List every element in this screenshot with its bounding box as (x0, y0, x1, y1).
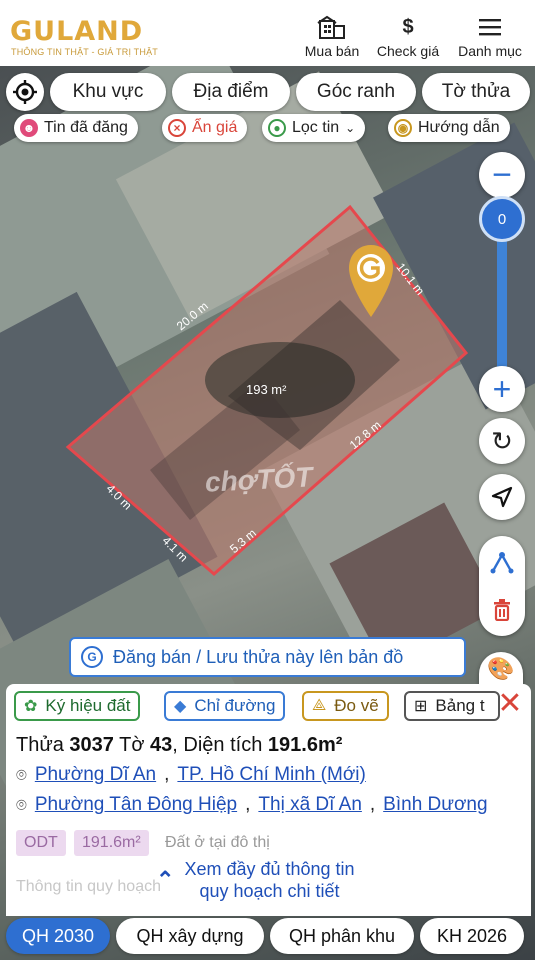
tool-bang[interactable]: ⊞ Bảng t (404, 691, 500, 721)
banner-label: Đăng bán / Lưu thửa này lên bản đồ (113, 646, 404, 667)
chip-tin-da-dang[interactable]: ☻ Tin đã đăng (14, 114, 138, 142)
town-link[interactable]: Thị xã Dĩ An (258, 794, 362, 816)
parcel-area-label: 193 m² (246, 382, 287, 397)
location-pin-icon[interactable] (347, 243, 395, 321)
tool-chi-duong[interactable]: ◆ Chỉ đường (164, 691, 286, 721)
ward-link[interactable]: Phường Tân Đông Hiệp (35, 794, 237, 816)
nav-label: Danh mục (458, 43, 522, 59)
filter-icon: ● (268, 119, 286, 137)
parcel-number: 3037 (69, 734, 114, 756)
trash-icon (494, 599, 510, 621)
tool-label: Đo vẽ (334, 696, 379, 715)
parcel-area: 191.6m² (267, 734, 343, 756)
minus-icon: − (492, 156, 512, 194)
area-prefix: Diện tích (183, 734, 263, 756)
crosshair-icon (13, 80, 37, 104)
chip-an-gia[interactable]: × Ẩn giá (162, 114, 248, 142)
province-link[interactable]: Bình Dương (383, 794, 487, 816)
tool-label: Ký hiệu đất (45, 696, 131, 715)
brand-tagline: THÔNG TIN THẬT - GIÁ TRỊ THẬT (11, 47, 158, 57)
address-new: ⌾ Phường Dĩ An, TP. Hồ Chí Minh (Mới) (16, 764, 366, 786)
draw-tools-group (479, 536, 525, 636)
map-pin-icon: ⌾ (16, 764, 27, 785)
view-full-planning-button[interactable]: ⌃ Xem đầy đủ thông tin quy hoạch chi tiế… (156, 858, 355, 902)
locate-button[interactable] (6, 73, 44, 111)
guland-pin-icon: G (81, 646, 103, 668)
palette-icon: 🎨 (487, 656, 515, 681)
measure-draw-button[interactable] (479, 542, 525, 582)
guide-icon: ◉ (394, 119, 412, 137)
land-area-badge: 191.6m² (74, 830, 149, 856)
measure-icon: ⟁ (312, 697, 327, 714)
sheet-number: 43 (150, 734, 173, 756)
measure-icon (490, 552, 514, 574)
sheet-prefix: Tờ (119, 734, 145, 756)
filter-khu-vuc[interactable]: Khu vực (50, 73, 166, 111)
app-header: GULAND THÔNG TIN THẬT - GIÁ TRỊ THẬT Mua… (0, 0, 535, 66)
planning-info-faded: Thông tin quy hoạch (16, 878, 161, 895)
navigate-button[interactable] (479, 474, 525, 520)
chip-label: Hướng dẫn (418, 119, 500, 136)
tab-qh-phan-khu[interactable]: QH phân khu (270, 918, 414, 954)
palette-icon: ✿ (24, 698, 38, 715)
chip-label: Ẩn giá (192, 119, 238, 136)
delete-drawing-button[interactable] (479, 590, 525, 630)
chip-loc-tin[interactable]: ● Lọc tin ⌄ (262, 114, 366, 142)
save-parcel-banner[interactable]: G Đăng bán / Lưu thửa này lên bản đồ (69, 637, 466, 677)
dollar-icon: $ (402, 15, 414, 38)
parcel-title: Thửa 3037 Tờ 43, Diện tích 191.6m² (16, 734, 343, 756)
land-code-badge: ODT (16, 830, 66, 856)
tool-label: Bảng t (435, 696, 485, 715)
navigation-arrow-icon (491, 486, 513, 508)
building-icon (317, 14, 347, 40)
nav-danh-muc[interactable]: Danh mục (450, 14, 530, 59)
nav-label: Check giá (376, 43, 440, 59)
tab-qh-2030[interactable]: QH 2030 (6, 918, 110, 954)
zoom-out-button[interactable]: − (479, 152, 525, 198)
chip-label: Lọc tin (292, 119, 340, 136)
address-old: ⌾ Phường Tân Đông Hiệp, Thị xã Dĩ An, Bì… (16, 794, 488, 816)
city-link[interactable]: TP. Hồ Chí Minh (Mới) (177, 764, 365, 786)
brand-logo[interactable]: GULAND (10, 16, 143, 47)
chip-label: Tin đã đăng (44, 119, 128, 136)
tool-ky-hieu-dat[interactable]: ✿ Ký hiệu đất (14, 691, 141, 721)
tool-label: Chỉ đường (194, 696, 276, 715)
zoom-level-knob[interactable]: 0 (479, 196, 525, 242)
double-chevron-up-icon: ⌃ (156, 867, 175, 892)
tab-kh-2026[interactable]: KH 2026 (420, 918, 524, 954)
nav-mua-ban[interactable]: Mua bán (292, 14, 372, 59)
parcel-info-panel: ✿ Ký hiệu đất ◆ Chỉ đường ⟁ Đo vẽ ⊞ Bảng… (6, 684, 531, 916)
chevron-down-icon: ⌄ (345, 121, 356, 135)
direction-icon: ◆ (174, 698, 187, 715)
plus-icon: + (492, 371, 512, 407)
map-pin-icon: ⌾ (16, 794, 27, 815)
title-prefix: Thửa (16, 734, 64, 756)
tool-do-ve[interactable]: ⟁ Đo vẽ (302, 691, 389, 721)
more-line1: Xem đầy đủ thông tin (184, 859, 355, 879)
filter-to-thua[interactable]: Tờ thửa (422, 73, 530, 111)
hide-price-icon: × (168, 119, 186, 137)
tab-qh-xay-dung[interactable]: QH xây dựng (116, 918, 264, 954)
zoom-in-button[interactable]: + (479, 366, 525, 412)
posted-icon: ☻ (20, 119, 38, 137)
filter-dia-diem[interactable]: Địa điểm (172, 73, 290, 111)
more-line2: quy hoạch chi tiết (199, 881, 340, 901)
refresh-icon: ↻ (491, 425, 513, 456)
chip-huong-dan[interactable]: ◉ Hướng dẫn (388, 114, 510, 142)
table-icon: ⊞ (414, 698, 428, 715)
menu-icon (478, 14, 502, 40)
watermark: chợTỐT (204, 461, 314, 498)
nav-label: Mua bán (304, 43, 360, 59)
ward-link[interactable]: Phường Dĩ An (35, 764, 156, 786)
close-icon[interactable]: ✕ (495, 689, 525, 720)
refresh-button[interactable]: ↻ (479, 418, 525, 464)
filter-goc-ranh[interactable]: Góc ranh (296, 73, 416, 111)
land-description: Đất ở tại đô thị (165, 834, 270, 851)
nav-check-gia[interactable]: $ Check giá (368, 14, 448, 60)
